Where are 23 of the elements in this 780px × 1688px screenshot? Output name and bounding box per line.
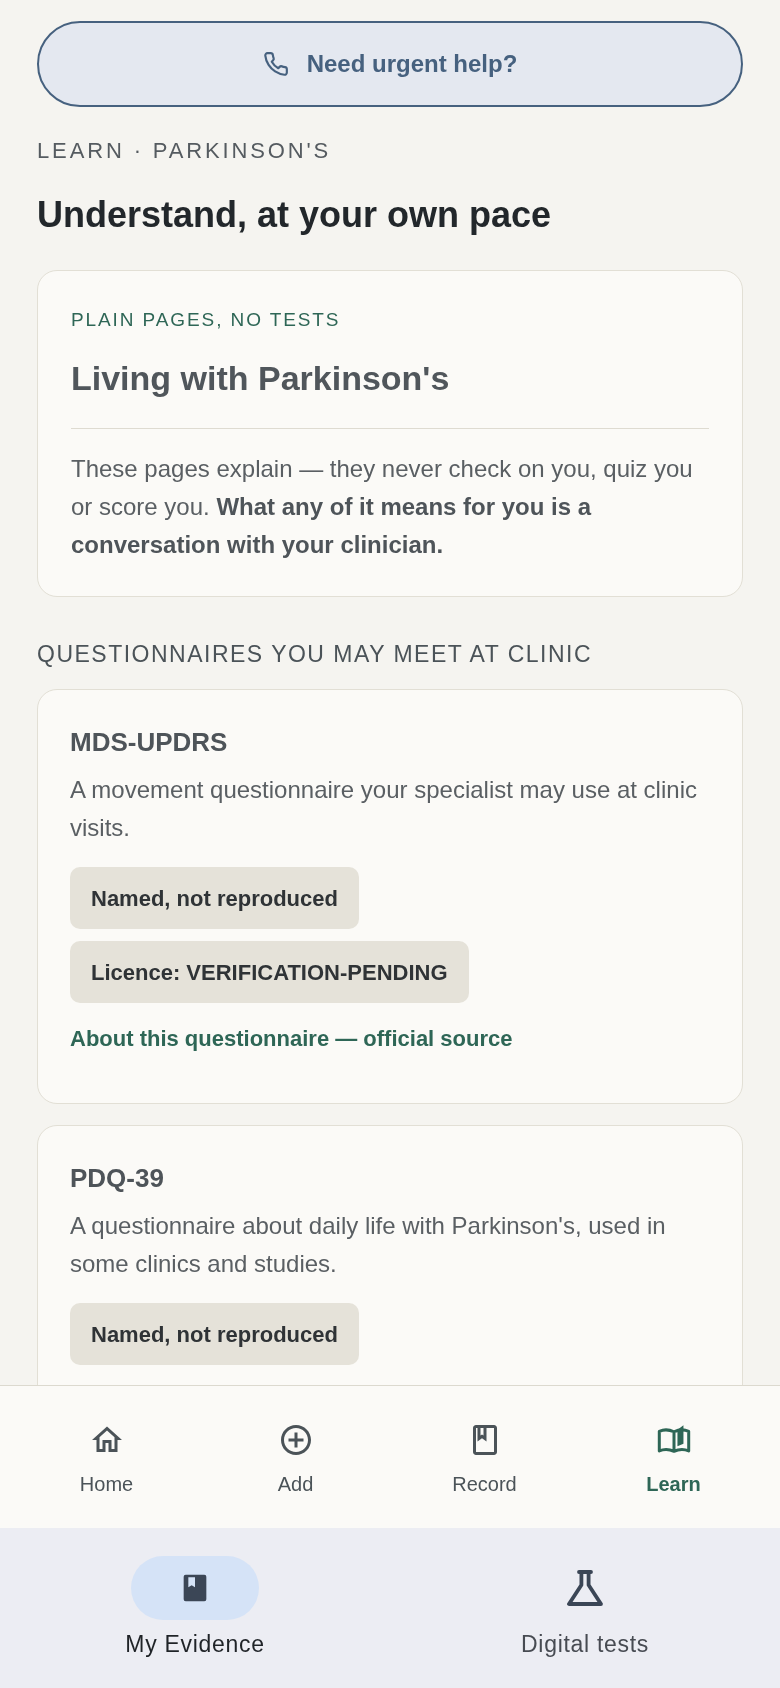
card-body-text: These pages explain — they never check on you, quiz you or score you. What any of it means for you is a conversation with your clinician.: [71, 454, 694, 560]
urgent-help-button[interactable]: Need urgent help?: [37, 21, 743, 107]
questionnaire-description: A questionnaire about daily life with Parkinson's, used in some clinics and studies.: [70, 1211, 667, 1279]
questionnaire-description: A movement questionnaire your specialist may use at clinic visits.: [70, 775, 698, 843]
nav-tab[interactable]: Home: [12, 1422, 201, 1498]
phone-icon: [262, 51, 289, 77]
nav-tab[interactable]: Add: [201, 1422, 390, 1498]
flask-icon: [567, 1570, 603, 1606]
nav-destination[interactable]: My Evidence: [0, 1556, 390, 1660]
breadcrumb-label: LEARN · PARKINSON'S: [37, 137, 332, 165]
card-title: Living with Parkinson's: [71, 358, 450, 399]
nav-tab[interactable]: Learn: [579, 1422, 768, 1498]
tag-label: Named, not reproduced: [70, 867, 359, 929]
source-link[interactable]: About this questionnaire — official source: [70, 1023, 513, 1055]
tag-label: Named, not reproduced: [70, 1303, 359, 1365]
nav-destination[interactable]: Digital tests: [390, 1556, 780, 1660]
questionnaire-name: PDQ-39: [70, 1162, 164, 1195]
card-eyebrow: PLAIN PAGES, NO TESTS: [71, 308, 341, 332]
tag-label: Licence: VERIFICATION-PENDING: [70, 941, 469, 1003]
questionnaire-name: MDS-UPDRS: [70, 726, 228, 759]
nav-tab[interactable]: Record: [390, 1422, 579, 1498]
section-heading: QUESTIONNAIRES YOU MAY MEET AT CLINIC: [37, 640, 593, 669]
page-heading: Understand, at your own pace: [37, 193, 552, 237]
